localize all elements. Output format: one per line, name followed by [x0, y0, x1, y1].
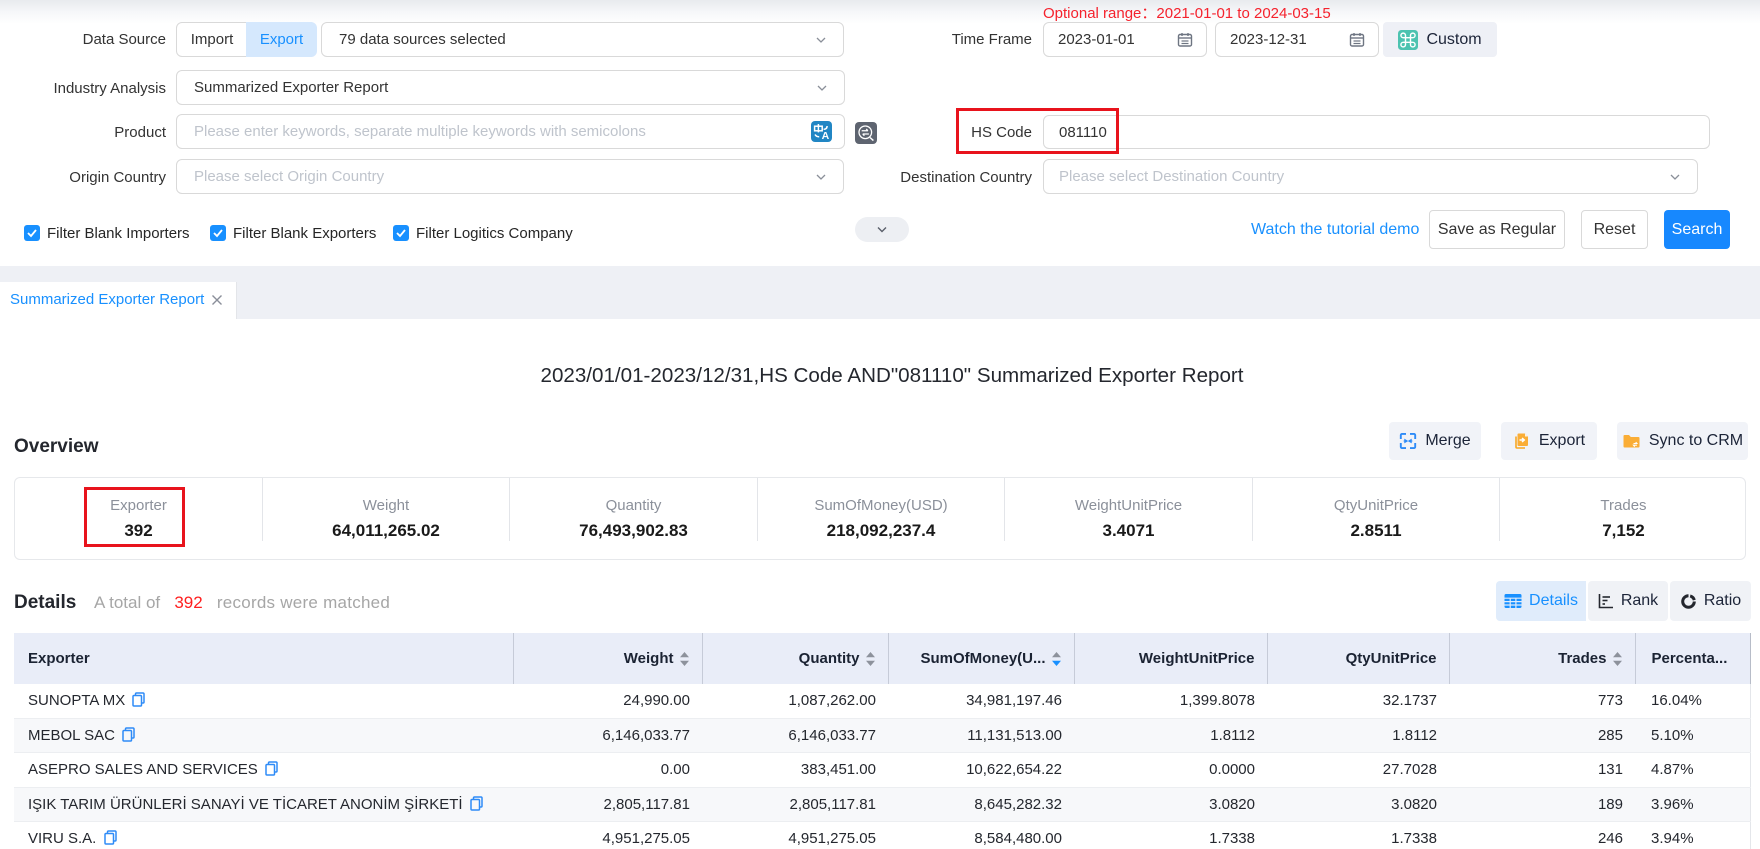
svg-text:A: A — [822, 130, 830, 142]
